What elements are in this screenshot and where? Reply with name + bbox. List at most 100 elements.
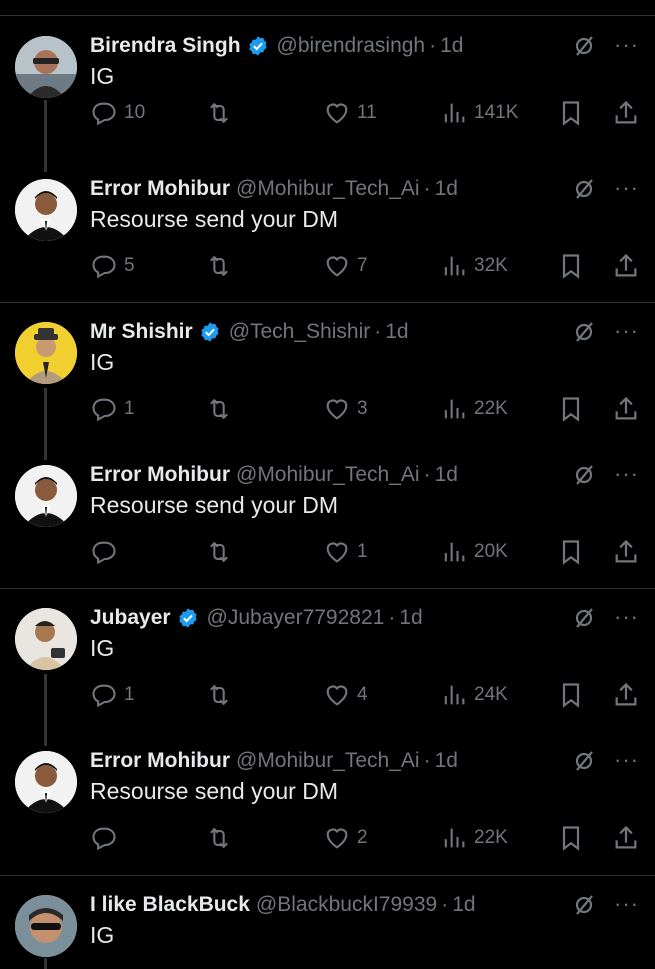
repost-icon — [210, 684, 228, 706]
avatar[interactable] — [15, 751, 77, 813]
more-options-icon[interactable]: ··· — [614, 318, 639, 344]
repost-button[interactable] — [205, 251, 233, 281]
post[interactable]: Error Mohibur @Mohibur_Tech_Ai · 1d ··· … — [0, 175, 655, 285]
grok-icon[interactable] — [572, 749, 596, 773]
post-text: IG — [90, 349, 115, 375]
display-name[interactable]: Mr Shishir — [90, 320, 193, 344]
like-button[interactable]: 2 — [323, 823, 368, 853]
separator: · — [423, 177, 431, 200]
timestamp[interactable]: 1d — [435, 749, 458, 773]
grok-icon[interactable] — [572, 606, 596, 630]
avatar[interactable] — [15, 322, 77, 384]
views-button[interactable]: 24K — [440, 680, 508, 710]
bookmark-button[interactable] — [557, 537, 585, 567]
grok-icon[interactable] — [572, 463, 596, 487]
like-count: 2 — [357, 827, 368, 848]
reply-button[interactable]: 1 — [90, 394, 135, 424]
bookmark-button[interactable] — [557, 394, 585, 424]
share-button[interactable] — [612, 394, 640, 424]
bookmark-icon — [562, 101, 580, 126]
reply-button[interactable] — [90, 537, 124, 567]
bookmark-button[interactable] — [557, 251, 585, 281]
grok-icon[interactable] — [572, 34, 596, 58]
views-count: 32K — [474, 255, 508, 276]
reply-button[interactable] — [90, 823, 124, 853]
more-options-icon[interactable]: ··· — [614, 747, 639, 773]
like-button[interactable]: 3 — [323, 394, 368, 424]
grok-icon[interactable] — [572, 320, 596, 344]
more-options-icon[interactable]: ··· — [614, 175, 639, 201]
post[interactable]: Birendra Singh @birendrasingh · 1d ··· I… — [0, 32, 655, 142]
display-name[interactable]: I like BlackBuck — [90, 893, 250, 917]
display-name[interactable]: Jubayer — [90, 606, 171, 630]
handle[interactable]: @Mohibur_Tech_Ai — [236, 177, 420, 201]
timestamp[interactable]: 1d — [435, 463, 458, 487]
repost-button[interactable] — [205, 98, 233, 128]
timestamp[interactable]: 1d — [385, 320, 408, 344]
views-button[interactable]: 141K — [440, 98, 518, 128]
heart-icon — [326, 399, 348, 420]
display-name[interactable]: Error Mohibur — [90, 749, 230, 773]
grok-icon[interactable] — [572, 177, 596, 201]
like-count: 4 — [357, 684, 368, 705]
avatar[interactable] — [15, 895, 77, 957]
post[interactable]: Jubayer @Jubayer7792821 · 1d ··· IG 1 4 … — [0, 604, 655, 714]
post-text: Resourse send your DM — [90, 492, 338, 518]
avatar[interactable] — [15, 36, 77, 98]
timestamp[interactable]: 1d — [399, 606, 422, 630]
grok-icon[interactable] — [572, 893, 596, 917]
share-button[interactable] — [612, 823, 640, 853]
heart-icon — [326, 542, 348, 563]
post[interactable]: Error Mohibur @Mohibur_Tech_Ai · 1d ··· … — [0, 461, 655, 571]
handle[interactable]: @Jubayer7792821 — [207, 606, 385, 630]
share-button[interactable] — [612, 98, 640, 128]
reply-button[interactable]: 5 — [90, 251, 135, 281]
like-button[interactable]: 11 — [323, 98, 377, 128]
display-name[interactable]: Error Mohibur — [90, 177, 230, 201]
bookmark-button[interactable] — [557, 823, 585, 853]
more-options-icon[interactable]: ··· — [614, 32, 639, 58]
views-button[interactable]: 22K — [440, 823, 508, 853]
more-options-icon[interactable]: ··· — [614, 604, 639, 630]
views-button[interactable]: 20K — [440, 537, 508, 567]
reply-icon — [92, 398, 116, 422]
more-options-icon[interactable]: ··· — [614, 891, 639, 917]
repost-button[interactable] — [205, 537, 233, 567]
share-button[interactable] — [612, 251, 640, 281]
avatar[interactable] — [15, 179, 77, 241]
handle[interactable]: @BlackbuckI79939 — [256, 893, 437, 917]
handle[interactable]: @Mohibur_Tech_Ai — [236, 749, 420, 773]
share-icon — [615, 539, 637, 563]
post[interactable]: I like BlackBuck @BlackbuckI79939 · 1d ·… — [0, 891, 655, 969]
reply-icon — [92, 684, 116, 708]
share-icon — [615, 100, 637, 124]
display-name[interactable]: Error Mohibur — [90, 463, 230, 487]
timestamp[interactable]: 1d — [440, 34, 463, 58]
repost-button[interactable] — [205, 680, 233, 710]
timestamp[interactable]: 1d — [452, 893, 475, 917]
share-button[interactable] — [612, 680, 640, 710]
repost-icon — [210, 102, 228, 124]
timestamp[interactable]: 1d — [435, 177, 458, 201]
bookmark-button[interactable] — [557, 98, 585, 128]
repost-button[interactable] — [205, 823, 233, 853]
display-name[interactable]: Birendra Singh — [90, 34, 241, 58]
avatar[interactable] — [15, 465, 77, 527]
like-button[interactable]: 7 — [323, 251, 368, 281]
more-options-icon[interactable]: ··· — [614, 461, 639, 487]
like-button[interactable]: 4 — [323, 680, 368, 710]
handle[interactable]: @Tech_Shishir — [229, 320, 371, 344]
handle[interactable]: @birendrasingh — [277, 34, 426, 58]
share-button[interactable] — [612, 537, 640, 567]
repost-button[interactable] — [205, 394, 233, 424]
post[interactable]: Error Mohibur @Mohibur_Tech_Ai · 1d ··· … — [0, 747, 655, 857]
like-button[interactable]: 1 — [323, 537, 368, 567]
reply-button[interactable]: 10 — [90, 98, 145, 128]
bookmark-button[interactable] — [557, 680, 585, 710]
views-button[interactable]: 22K — [440, 394, 508, 424]
post[interactable]: Mr Shishir @Tech_Shishir · 1d ··· IG 1 3… — [0, 318, 655, 428]
reply-button[interactable]: 1 — [90, 680, 135, 710]
handle[interactable]: @Mohibur_Tech_Ai — [236, 463, 420, 487]
views-button[interactable]: 32K — [440, 251, 508, 281]
avatar[interactable] — [15, 608, 77, 670]
